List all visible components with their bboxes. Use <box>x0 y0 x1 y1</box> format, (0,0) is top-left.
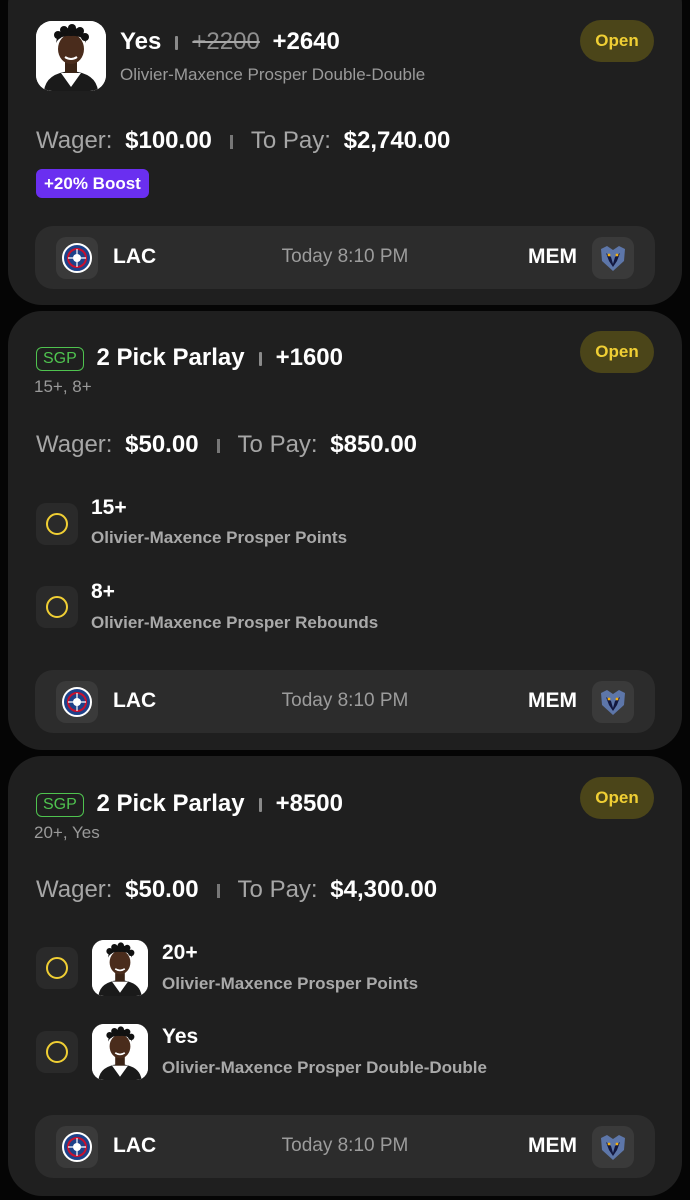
wager-separator <box>216 438 220 453</box>
wager-label: Wager: <box>36 431 113 458</box>
header-separator <box>258 797 262 812</box>
leg-line: 15+ <box>91 496 127 519</box>
parlay-header: SGP 2 Pick Parlay +1600 <box>36 344 343 372</box>
to-pay-label: To Pay: <box>237 431 318 458</box>
pending-status-icon <box>36 1031 78 1073</box>
wager-row: Wager: $50.00 To Pay: $850.00 <box>36 431 417 459</box>
to-pay-amount: $4,300.00 <box>330 876 438 903</box>
player-headshot <box>92 1024 148 1080</box>
wager-amount: $50.00 <box>125 431 199 458</box>
game-bar[interactable]: LAC Today 8:10 PM MEM <box>35 670 655 733</box>
grizzlies-logo-icon <box>592 237 634 279</box>
market-name: Olivier-Maxence Prosper Double-Double <box>120 65 426 84</box>
wager-row: Wager: $100.00 To Pay: $2,740.00 <box>36 127 450 155</box>
parlay-title: 2 Pick Parlay <box>96 344 245 371</box>
away-team-abbr: MEM <box>528 245 577 268</box>
leg-description: Olivier-Maxence Prosper Rebounds <box>91 613 379 632</box>
away-team-abbr: MEM <box>528 689 577 712</box>
leg-line: Yes <box>162 1025 199 1048</box>
to-pay-amount: $850.00 <box>330 431 418 458</box>
leg-description: Olivier-Maxence Prosper Points <box>162 974 419 993</box>
grizzlies-logo-icon <box>592 1126 634 1168</box>
leg-line: 8+ <box>91 580 115 603</box>
wager-amount: $50.00 <box>125 876 199 903</box>
wager-row: Wager: $50.00 To Pay: $4,300.00 <box>36 876 437 904</box>
parlay-odds: +8500 <box>275 790 343 817</box>
bet-header: Yes +2200 +2640 <box>120 28 340 56</box>
to-pay-label: To Pay: <box>250 127 331 154</box>
leg-description: Olivier-Maxence Prosper Double-Double <box>162 1058 487 1077</box>
pending-status-icon <box>36 947 78 989</box>
bet-card-single[interactable]: Yes +2200 +2640 Olivier-Maxence Prosper D… <box>8 0 682 305</box>
pending-status-icon <box>36 586 78 628</box>
player-headshot <box>92 940 148 996</box>
wager-label: Wager: <box>36 876 113 903</box>
status-badge: Open <box>580 777 654 819</box>
game-bar[interactable]: LAC Today 8:10 PM MEM <box>35 226 655 289</box>
player-headshot <box>36 21 106 91</box>
game-bar[interactable]: LAC Today 8:10 PM MEM <box>35 1115 655 1178</box>
to-pay-label: To Pay: <box>237 876 318 903</box>
header-separator <box>258 351 262 366</box>
to-pay-amount: $2,740.00 <box>343 127 451 154</box>
header-separator <box>175 35 179 50</box>
parlay-summary: 15+, 8+ <box>34 377 92 396</box>
sgp-badge: SGP <box>36 792 84 817</box>
leg-description: Olivier-Maxence Prosper Points <box>91 528 348 547</box>
selection-label: Yes <box>120 28 162 55</box>
sgp-badge: SGP <box>36 346 84 371</box>
bet-card-parlay[interactable]: SGP 2 Pick Parlay +8500 20+, Yes Open Wag… <box>8 756 682 1196</box>
wager-amount: $100.00 <box>125 127 212 154</box>
boosted-odds: +2640 <box>272 28 340 55</box>
wager-separator <box>229 134 233 149</box>
parlay-title: 2 Pick Parlay <box>96 790 245 817</box>
bet-card-parlay[interactable]: SGP 2 Pick Parlay +1600 15+, 8+ Open Wage… <box>8 311 682 750</box>
wager-label: Wager: <box>36 127 113 154</box>
parlay-summary: 20+, Yes <box>34 823 100 842</box>
pending-status-icon <box>36 503 78 545</box>
boost-badge: +20% Boost <box>36 169 149 198</box>
parlay-odds: +1600 <box>275 344 343 371</box>
status-badge: Open <box>580 331 654 373</box>
wager-separator <box>216 883 220 898</box>
leg-line: 20+ <box>162 941 198 964</box>
original-odds: +2200 <box>192 28 260 55</box>
parlay-header: SGP 2 Pick Parlay +8500 <box>36 790 343 818</box>
status-badge: Open <box>580 20 654 62</box>
grizzlies-logo-icon <box>592 681 634 723</box>
away-team-abbr: MEM <box>528 1134 577 1157</box>
